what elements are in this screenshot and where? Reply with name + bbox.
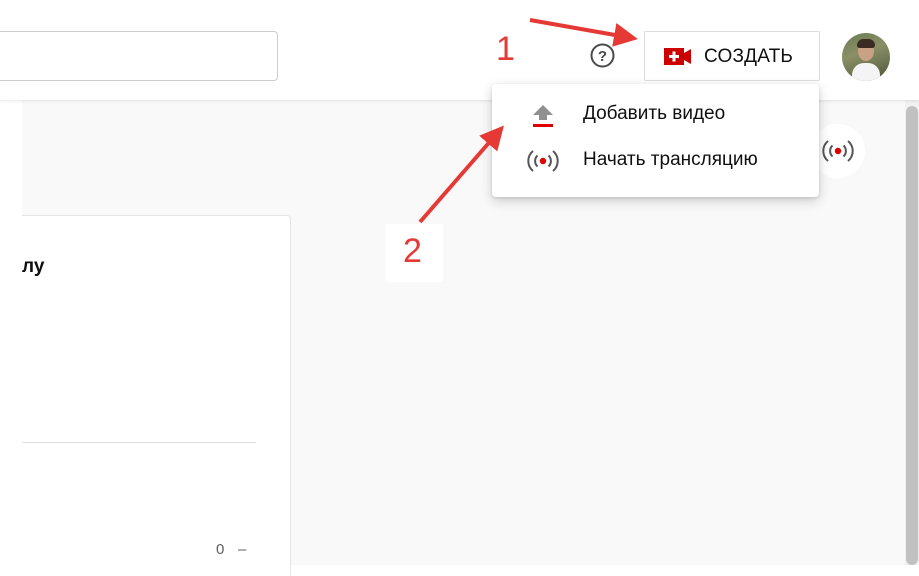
create-button[interactable]: СОЗДАТЬ	[644, 31, 820, 81]
card-dash: –	[238, 541, 247, 558]
menu-item-upload-video[interactable]: Добавить видео	[492, 91, 819, 137]
menu-item-start-stream[interactable]: Начать трансляцию	[492, 137, 819, 183]
menu-item-label: Добавить видео	[583, 103, 726, 124]
content-card	[22, 215, 291, 576]
upload-icon	[533, 105, 553, 127]
annotation-step-1: 1	[496, 30, 515, 68]
go-live-button[interactable]	[811, 124, 865, 178]
avatar-hair	[857, 39, 875, 48]
search-input[interactable]	[0, 31, 278, 81]
scrollbar-thumb[interactable]	[906, 106, 918, 565]
menu-item-label: Начать трансляцию	[583, 149, 758, 170]
avatar-shirt	[852, 63, 880, 81]
card-count: 0	[216, 541, 225, 558]
help-icon[interactable]: ?	[590, 43, 615, 68]
card-divider	[22, 442, 256, 443]
card-title: лу	[22, 256, 45, 277]
create-button-label: СОЗДАТЬ	[704, 46, 794, 67]
svg-text:?: ?	[598, 48, 607, 65]
create-dropdown-menu: Добавить видео Начать трансляцию	[492, 84, 819, 197]
left-edge	[0, 100, 22, 565]
live-broadcast-icon	[527, 150, 559, 172]
annotation-step-2: 2	[403, 232, 422, 270]
video-camera-plus-icon	[664, 48, 691, 65]
live-broadcast-icon	[822, 140, 854, 162]
avatar[interactable]	[842, 33, 890, 81]
